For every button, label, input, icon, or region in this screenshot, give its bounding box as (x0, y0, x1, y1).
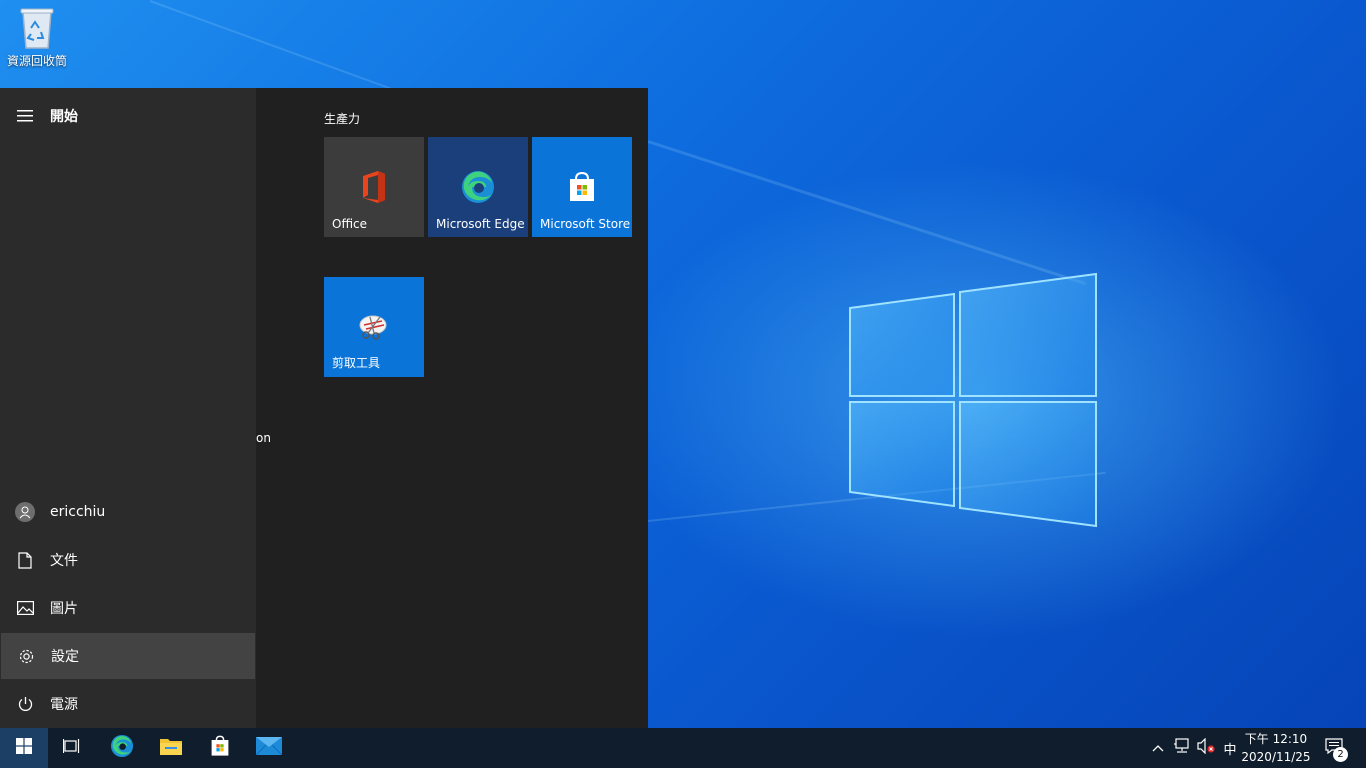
show-hidden-icons-button[interactable] (1148, 728, 1168, 768)
app-list-fragment: on (256, 431, 271, 445)
network-status-button[interactable] (1170, 728, 1194, 768)
task-view-icon (62, 738, 81, 758)
taskbar-store-button[interactable] (196, 728, 244, 768)
hamburger-icon (0, 110, 50, 122)
recycle-bin-label: 資源回收筒 (6, 54, 67, 68)
start-button[interactable] (0, 728, 48, 768)
start-menu: 開始 ericchiu 文件 圖片 設定 電源 on 生產力 Office Mi… (0, 88, 648, 728)
documents-button[interactable]: 文件 (0, 537, 256, 583)
document-icon (0, 551, 50, 569)
pictures-label: 圖片 (50, 601, 78, 617)
windows-logo-wallpaper (848, 272, 1098, 528)
documents-label: 文件 (50, 553, 78, 569)
edge-icon (109, 733, 135, 763)
network-icon (1173, 738, 1191, 758)
store-icon (208, 734, 232, 762)
mail-icon (255, 737, 283, 759)
settings-label: 設定 (51, 649, 79, 665)
taskbar-mail-button[interactable] (245, 728, 293, 768)
edge-icon (458, 167, 498, 207)
task-view-button[interactable] (48, 728, 96, 768)
start-menu-title: 開始 (50, 109, 78, 125)
user-account-button[interactable]: ericchiu (0, 489, 256, 535)
taskbar-edge-button[interactable] (98, 728, 146, 768)
notification-count-badge: 2 (1333, 747, 1348, 762)
tile-office-label: Office (332, 217, 368, 231)
taskbar-file-explorer-button[interactable] (147, 728, 195, 768)
chevron-up-icon (1152, 741, 1164, 756)
power-label: 電源 (50, 697, 78, 713)
tile-snipping-tool-label: 剪取工具 (332, 356, 381, 370)
folder-icon (159, 736, 183, 760)
snipping-tool-icon (354, 307, 394, 347)
taskbar-clock[interactable]: 下午 12:10 2020/11/25 (1238, 730, 1314, 766)
volume-muted-icon (1197, 737, 1215, 758)
tile-microsoft-store-label: Microsoft Store (540, 217, 631, 231)
tile-group-title: 生產力 (324, 112, 361, 126)
light-beam (647, 140, 1086, 286)
taskbar: 中 下午 12:10 2020/11/25 (0, 728, 1366, 768)
pictures-button[interactable]: 圖片 (0, 585, 256, 631)
pictures-icon (0, 601, 50, 615)
office-icon (354, 167, 394, 207)
start-menu-rail: 開始 ericchiu 文件 圖片 設定 電源 (0, 88, 256, 728)
tile-microsoft-edge[interactable]: Microsoft Edge (428, 137, 528, 237)
avatar (0, 501, 50, 523)
user-name: ericchiu (50, 504, 106, 520)
clock-time: 下午 12:10 (1244, 732, 1308, 746)
power-button[interactable]: 電源 (0, 681, 256, 727)
tile-microsoft-store[interactable]: Microsoft Store (532, 137, 632, 237)
tile-snipping-tool[interactable]: 剪取工具 (324, 277, 424, 377)
gear-icon (1, 648, 51, 665)
tile-microsoft-edge-label: Microsoft Edge (436, 217, 525, 231)
store-icon (562, 167, 602, 207)
tile-office[interactable]: Office (324, 137, 424, 237)
power-icon (0, 696, 50, 713)
volume-button[interactable] (1194, 728, 1218, 768)
recycle-bin-icon (20, 8, 54, 49)
windows-icon (16, 738, 32, 758)
recycle-bin-shortcut[interactable]: 資源回收筒 (4, 6, 70, 76)
start-menu-expand-button[interactable]: 開始 (0, 93, 256, 139)
settings-button[interactable]: 設定 (1, 633, 255, 679)
clock-date: 2020/11/25 (1241, 750, 1311, 764)
